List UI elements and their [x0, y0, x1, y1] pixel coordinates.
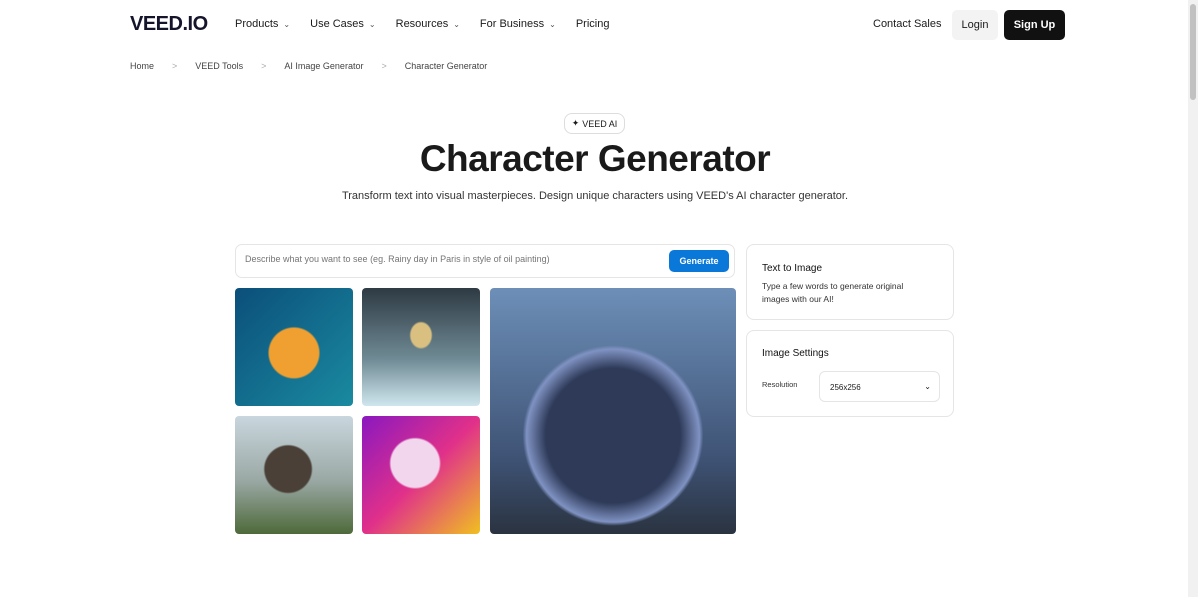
nav-products[interactable]: Products ⌄	[235, 18, 290, 30]
chevron-right-icon: >	[261, 61, 267, 71]
signup-button[interactable]: Sign Up	[1004, 10, 1065, 40]
prompt-box: Generate	[235, 244, 735, 278]
resolution-value: 256x256	[830, 383, 861, 392]
sparkle-icon: ✦	[571, 118, 580, 128]
card-title: Image Settings	[762, 348, 829, 359]
generate-button[interactable]: Generate	[669, 250, 729, 272]
chevron-down-icon: ⌄	[368, 20, 376, 29]
breadcrumb: Home > VEED Tools > AI Image Generator > Ch…	[130, 61, 487, 71]
sample-image-house	[235, 416, 353, 534]
logo[interactable]: VEED.IO	[130, 13, 208, 36]
nav-label: For Business	[479, 18, 545, 30]
sample-image-panda	[362, 416, 480, 534]
chevron-down-icon: ⌄	[453, 20, 460, 29]
image-settings-card: Image Settings Resolution 256x256 ⌄	[746, 330, 954, 417]
badge-label: VEED AI	[582, 118, 618, 129]
chevron-down-icon: ⌄	[283, 20, 291, 29]
sample-image-bubble-house	[490, 288, 736, 534]
sample-image-warrior	[362, 288, 480, 406]
veed-ai-badge: ✦ VEED AI	[564, 113, 625, 134]
prompt-input[interactable]	[245, 254, 665, 264]
breadcrumb-veed-tools[interactable]: VEED Tools	[195, 61, 243, 71]
nav-pricing[interactable]: Pricing	[576, 18, 610, 30]
breadcrumb-current: Character Generator	[404, 61, 488, 71]
nav-label: Resources	[395, 18, 449, 30]
card-description: Type a few words to generate original im…	[762, 281, 904, 304]
chevron-down-icon: ⌄	[924, 382, 931, 391]
login-button[interactable]: Login	[952, 10, 998, 40]
nav-label: Use Cases	[310, 18, 364, 30]
card-title: Text to Image	[762, 263, 823, 274]
resolution-select[interactable]: 256x256 ⌄	[819, 371, 940, 402]
breadcrumb-ai-image-generator[interactable]: AI Image Generator	[284, 61, 363, 71]
nav-use-cases[interactable]: Use Cases ⌄	[310, 18, 376, 30]
chevron-down-icon: ⌄	[549, 20, 556, 29]
nav-label: Products	[235, 18, 279, 30]
page-title: Character Generator	[419, 138, 771, 179]
top-nav: VEED.IO Products ⌄ Use Cases ⌄ Resources ⌄ …	[0, 0, 1186, 50]
sample-image-fish	[235, 288, 353, 406]
nav-for-business[interactable]: For Business ⌄	[480, 18, 556, 30]
chevron-right-icon: >	[172, 61, 178, 71]
page-subtitle: Transform text into visual masterpieces.…	[341, 190, 849, 202]
nav-resources[interactable]: Resources ⌄	[396, 18, 460, 30]
contact-sales-link[interactable]: Contact Sales	[873, 18, 941, 30]
chevron-right-icon: >	[381, 61, 387, 71]
breadcrumb-home[interactable]: Home	[130, 61, 154, 71]
scrollbar[interactable]	[1188, 0, 1198, 597]
text-to-image-card: Text to Image Type a few words to genera…	[746, 244, 954, 320]
scrollbar-thumb[interactable]	[1190, 4, 1196, 100]
